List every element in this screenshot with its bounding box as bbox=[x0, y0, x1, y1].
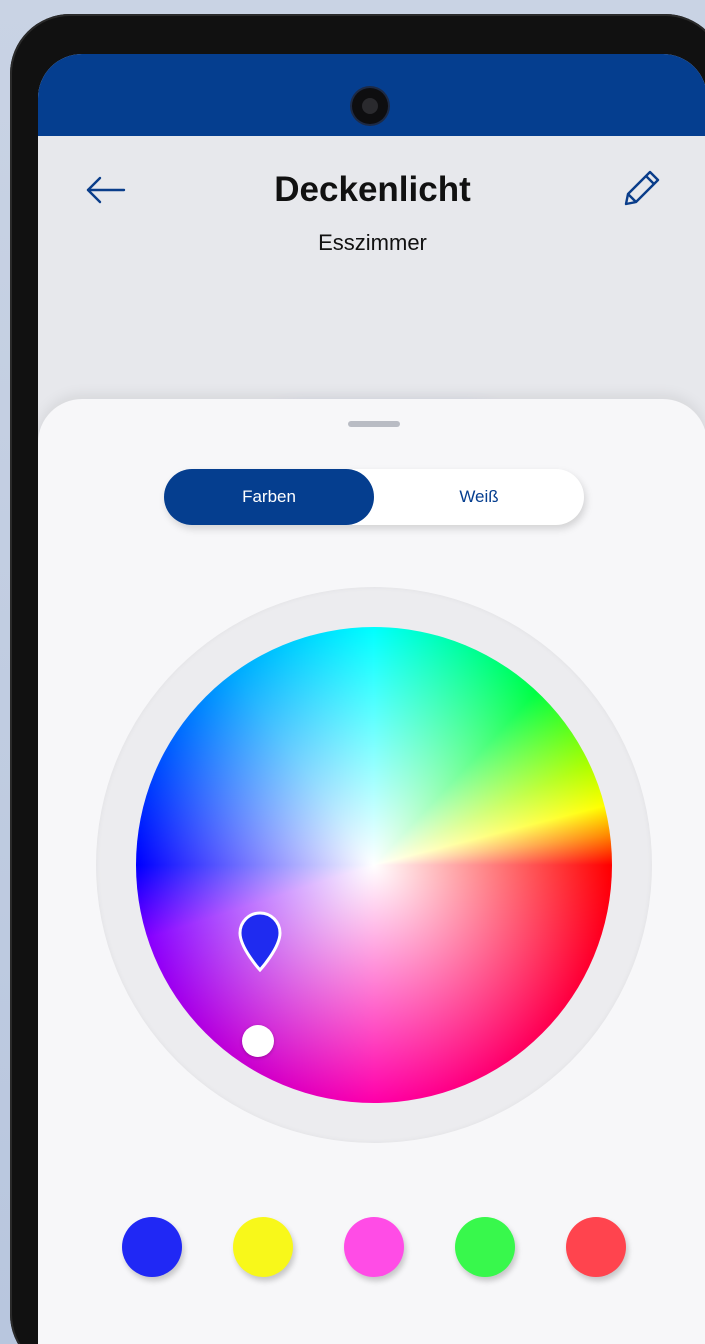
app-screen: Deckenlicht Esszimmer Farben Weiß bbox=[38, 54, 705, 1344]
mode-toggle: Farben Weiß bbox=[164, 469, 584, 525]
color-picker-anchor[interactable] bbox=[242, 1025, 274, 1057]
color-wheel[interactable] bbox=[136, 627, 612, 1103]
tab-colors[interactable]: Farben bbox=[164, 469, 374, 525]
phone-frame: Deckenlicht Esszimmer Farben Weiß bbox=[10, 14, 705, 1344]
color-sheet: Farben Weiß bbox=[38, 399, 705, 1344]
front-camera bbox=[352, 88, 388, 124]
edit-button[interactable] bbox=[616, 166, 664, 214]
tab-white[interactable]: Weiß bbox=[374, 469, 584, 525]
color-wheel-ring bbox=[96, 587, 652, 1143]
preset-green[interactable] bbox=[455, 1217, 515, 1277]
preset-red[interactable] bbox=[566, 1217, 626, 1277]
pencil-icon bbox=[624, 170, 660, 206]
preset-colors bbox=[38, 1217, 705, 1281]
page-title: Deckenlicht bbox=[274, 170, 471, 209]
status-bar bbox=[38, 54, 705, 136]
header: Deckenlicht Esszimmer bbox=[38, 136, 705, 548]
preset-blue[interactable] bbox=[122, 1217, 182, 1277]
color-picker-handle[interactable] bbox=[237, 910, 283, 972]
room-subtitle: Esszimmer bbox=[318, 230, 427, 255]
preset-magenta[interactable] bbox=[344, 1217, 404, 1277]
preset-yellow[interactable] bbox=[233, 1217, 293, 1277]
sheet-drag-handle[interactable] bbox=[348, 421, 400, 427]
